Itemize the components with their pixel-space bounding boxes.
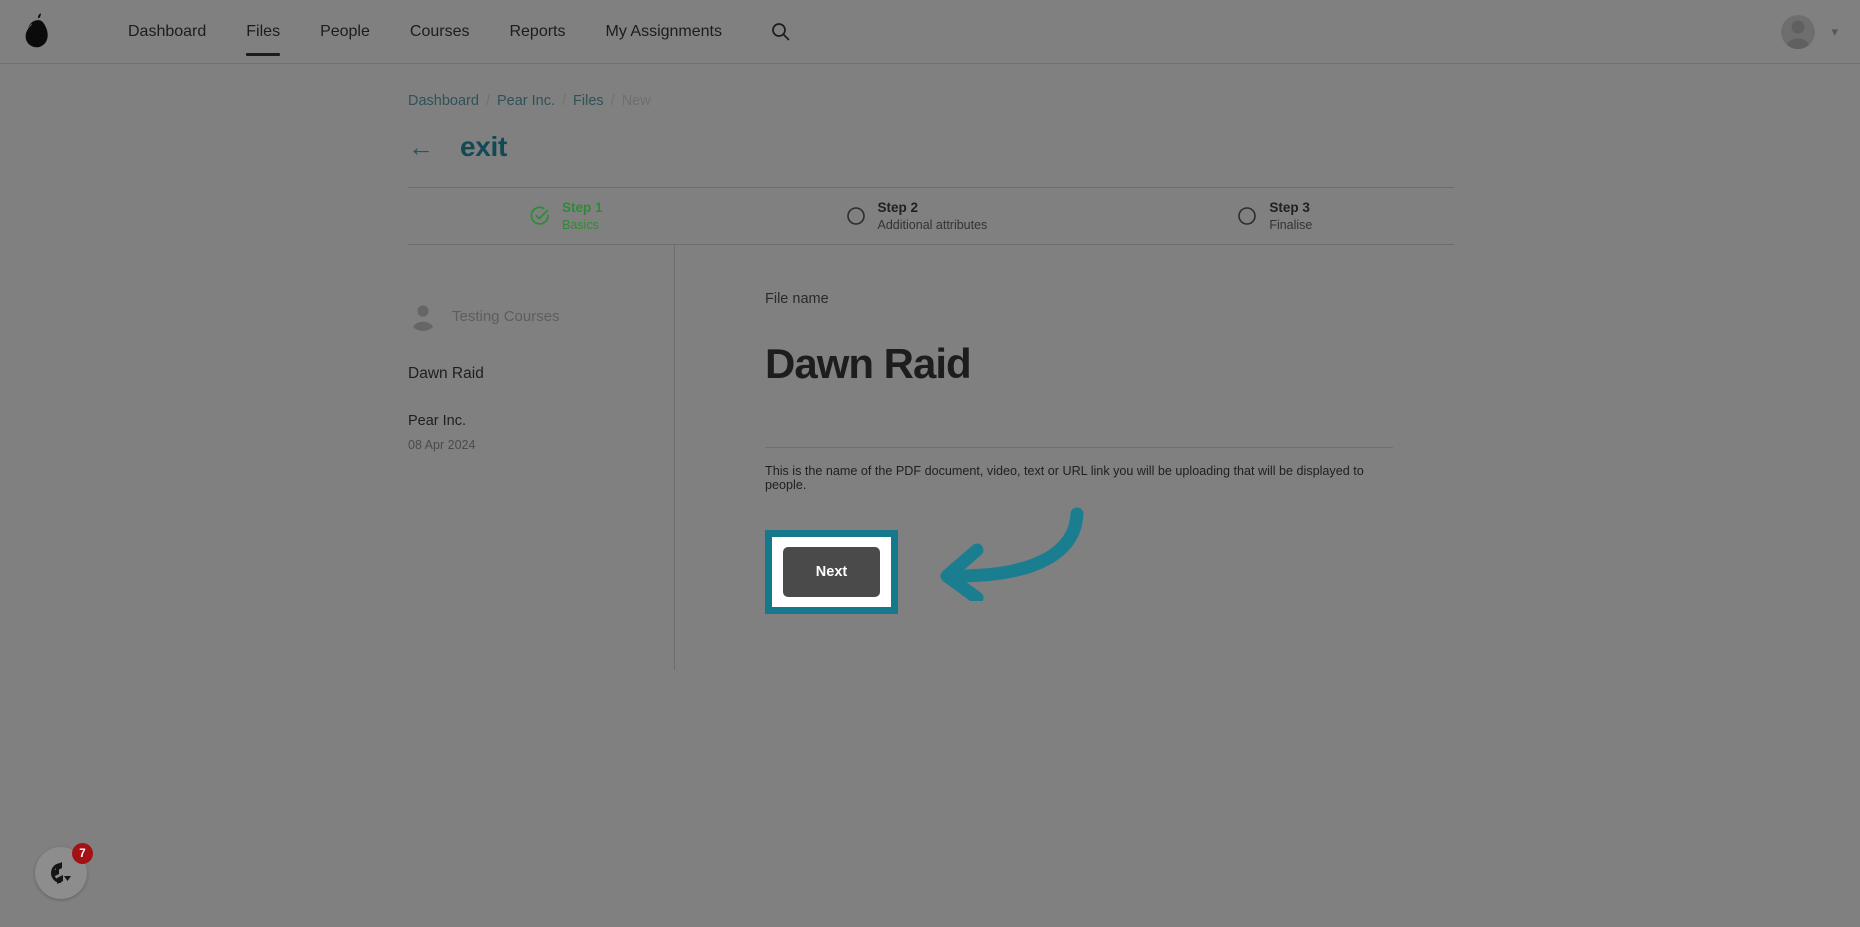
nav-item-my-assignments[interactable]: My Assignments (586, 10, 742, 54)
circle-icon (846, 206, 866, 226)
stepper-step-2-text: Step 2 Additional attributes (878, 200, 988, 232)
nav-item-dashboard[interactable]: Dashboard (108, 10, 226, 54)
file-title: Dawn Raid (408, 365, 484, 382)
chat-unread-badge[interactable]: 7 (72, 843, 93, 864)
file-company: Pear Inc. (408, 413, 467, 429)
file-form-panel: File name This is the name of the PDF do… (675, 245, 1454, 670)
nav-links: Dashboard Files People Courses Reports M… (108, 10, 796, 56)
stepper-step-1-text: Step 1 Basics (562, 200, 603, 232)
check-circle-icon (530, 206, 550, 226)
top-navbar: Dashboard Files People Courses Reports M… (0, 0, 1860, 64)
page-content: Dashboard / Pear Inc. / Files / New ← ex… (0, 64, 1860, 670)
org-name: Testing Courses (452, 307, 560, 325)
file-name-help-text: This is the name of the PDF document, vi… (765, 464, 1364, 493)
file-name-label: File name (765, 291, 829, 307)
breadcrumb-item-dashboard[interactable]: Dashboard (408, 93, 479, 109)
breadcrumb-separator: / (485, 93, 490, 109)
nav-item-reports[interactable]: Reports (489, 10, 585, 54)
file-name-underline (765, 447, 1393, 449)
nav-item-label: Dashboard (128, 22, 207, 40)
stepper-step-title: Step 1 (562, 200, 603, 216)
circle-icon (1237, 206, 1257, 226)
nav-item-people[interactable]: People (300, 10, 390, 54)
stepper-step-title: Step 2 (877, 200, 919, 216)
stepper-step-3-text: Step 3 Finalise (1269, 200, 1312, 232)
chat-widget[interactable]: 7 (35, 843, 93, 899)
nav-item-label: Reports (509, 22, 566, 40)
exit-link[interactable]: ← exit (408, 131, 1860, 163)
page-root: Dashboard Files People Courses Reports M… (0, 0, 1860, 927)
stepper-step-title: Step 3 (1269, 200, 1310, 216)
nav-item-label: Courses (409, 22, 470, 40)
breadcrumb-separator: / (562, 93, 567, 109)
breadcrumb-separator: / (610, 93, 615, 109)
user-avatar-icon[interactable] (1781, 15, 1816, 49)
next-button-highlight-group: Next (765, 507, 1084, 615)
nav-item-label: My Assignments (605, 22, 722, 40)
curved-arrow-left-icon (905, 506, 1085, 606)
file-date: 08 Apr 2024 (408, 438, 476, 452)
file-info-panel: Testing Courses Dawn Raid Pear Inc. 08 A… (408, 245, 675, 670)
nav-right: ▾ (1781, 0, 1838, 64)
wizard-stepper: Step 1 Basics Step 2 Additional attribut… (408, 187, 1454, 245)
stepper-step-3[interactable]: Step 3 Finalise (1237, 200, 1312, 232)
stepper-step-sub: Basics (562, 217, 599, 232)
breadcrumb: Dashboard / Pear Inc. / Files / New (408, 93, 1860, 109)
breadcrumb-item-pear-inc[interactable]: Pear Inc. (497, 93, 555, 109)
file-name-input[interactable] (765, 341, 1385, 388)
next-button[interactable]: Next (783, 547, 880, 598)
chevron-down-icon[interactable]: ▾ (1831, 24, 1838, 40)
stepper-step-sub: Additional attributes (877, 217, 988, 232)
org-row: Testing Courses (408, 301, 674, 331)
nav-item-label: People (320, 22, 370, 40)
org-avatar-icon (408, 301, 438, 331)
stepper-step-sub: Finalise (1269, 217, 1313, 232)
stepper-step-2[interactable]: Step 2 Additional attributes (846, 200, 988, 232)
breadcrumb-item-files[interactable]: Files (573, 93, 604, 109)
breadcrumb-item-new: New (621, 93, 651, 109)
search-icon[interactable] (766, 17, 796, 47)
stepper-step-1[interactable]: Step 1 Basics (530, 200, 603, 232)
pear-logo-icon[interactable] (16, 8, 60, 56)
nav-item-label: Files (246, 22, 281, 40)
nav-item-courses[interactable]: Courses (390, 10, 490, 54)
nav-item-files[interactable]: Files (226, 10, 300, 56)
arrow-left-icon[interactable]: ← (408, 134, 434, 160)
wizard-body: Testing Courses Dawn Raid Pear Inc. 08 A… (408, 245, 1454, 670)
exit-label[interactable]: exit (460, 131, 507, 163)
